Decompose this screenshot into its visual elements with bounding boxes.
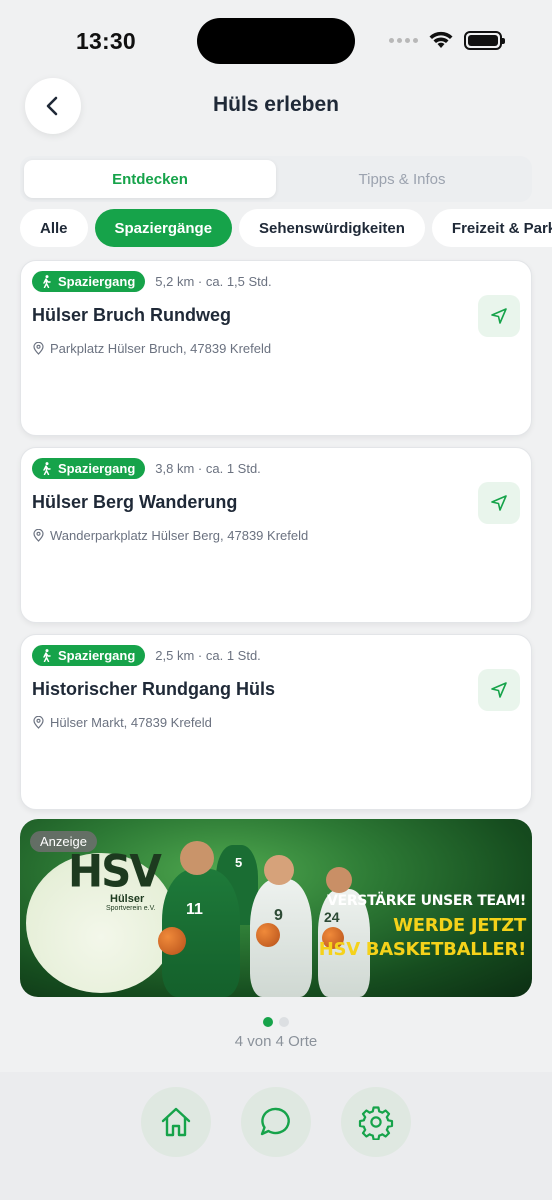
place-card[interactable]: Spaziergang 3,8 km · ca. 1 Std. Hülser B… [20, 447, 532, 623]
map-pin-icon [33, 529, 44, 542]
distance-duration: 2,5 km · ca. 1 Std. [155, 648, 261, 663]
page-dot-active[interactable] [263, 1017, 273, 1027]
nav-chat-button[interactable] [241, 1087, 311, 1157]
battery-icon [464, 30, 505, 50]
map-pin-icon [33, 716, 44, 729]
filter-chip-freizeit-parks[interactable]: Freizeit & Parks [431, 209, 552, 247]
card-meta: Spaziergang 2,5 km · ca. 1 Std. [32, 645, 261, 666]
place-title: Hülser Berg Wanderung [32, 492, 238, 512]
status-time: 13:30 [76, 28, 136, 54]
dynamic-island [197, 18, 355, 64]
nav-settings-button[interactable] [341, 1087, 411, 1157]
player-head [326, 867, 352, 893]
distance-duration: 5,2 km · ca. 1,5 Std. [155, 274, 272, 289]
tab-entdecken[interactable]: Entdecken [24, 160, 276, 198]
jersey-number: 9 [274, 907, 283, 924]
home-icon [161, 1107, 191, 1137]
app-header: Hüls erleben [0, 76, 552, 146]
results-count: 4 von 4 Orte [234, 1033, 318, 1050]
navigation-arrow-icon [491, 495, 507, 511]
distance-duration: 3,8 km · ca. 1 Std. [155, 461, 261, 476]
wifi-icon [429, 31, 453, 48]
category-badge: Spaziergang [32, 645, 146, 666]
card-meta: Spaziergang 5,2 km · ca. 1,5 Std. [32, 271, 272, 292]
basketball-icon [256, 923, 280, 947]
ad-label: Anzeige [30, 831, 97, 852]
jersey-number: 11 [186, 901, 203, 918]
walking-icon [43, 462, 51, 475]
status-bar: 13:30 [0, 0, 552, 80]
place-location: Hülser Markt, 47839 Krefeld [33, 715, 212, 730]
page-title: Hüls erleben [212, 93, 340, 116]
player-head [180, 841, 214, 875]
club-logo-text: HSV [68, 845, 162, 898]
filter-chip-spaziergaenge[interactable]: Spaziergänge [94, 209, 233, 247]
filter-chip-sehenswuerdigkeiten[interactable]: Sehenswürdigkeiten [239, 209, 425, 247]
place-card[interactable]: Spaziergang 2,5 km · ca. 1 Std. Historis… [20, 634, 532, 810]
basketball-icon [158, 927, 186, 955]
ad-cta-line1: WERDE JETZT [393, 915, 526, 936]
page-dot[interactable] [279, 1017, 289, 1027]
player-head [264, 855, 294, 885]
category-filter-bar[interactable]: Alle Spaziergänge Sehenswürdigkeiten Freize… [20, 209, 552, 247]
status-indicators [389, 30, 505, 50]
navigate-button[interactable] [478, 482, 520, 524]
club-logo-tagline: Sportverein e.V. [106, 905, 156, 912]
cellular-signal-icon [389, 37, 418, 43]
club-logo-subtitle: Hülser [110, 893, 145, 905]
place-location: Wanderparkplatz Hülser Berg, 47839 Krefe… [33, 528, 308, 543]
nav-home-button[interactable] [141, 1087, 211, 1157]
jersey-number: 24 [324, 909, 340, 925]
jersey-number: 5 [235, 855, 243, 870]
place-title: Historischer Rundgang Hüls [32, 679, 276, 699]
settings-icon [358, 1106, 394, 1140]
card-meta: Spaziergang 3,8 km · ca. 1 Std. [32, 458, 261, 479]
map-pin-icon [33, 342, 44, 355]
category-badge: Spaziergang [32, 271, 146, 292]
ad-cta-line2: HSV BASKETBALLER! [318, 939, 527, 960]
ad-banner[interactable]: HSV Hülser Sportverein e.V. 11 9 24 5 An… [20, 819, 532, 997]
navigate-button[interactable] [478, 669, 520, 711]
navigation-arrow-icon [491, 308, 507, 324]
filter-chip-alle[interactable]: Alle [20, 209, 88, 247]
place-card[interactable]: Spaziergang 5,2 km · ca. 1,5 Std. Hülser… [20, 260, 532, 436]
walking-icon [43, 649, 51, 662]
navigate-button[interactable] [478, 295, 520, 337]
place-location: Parkplatz Hülser Bruch, 47839 Krefeld [33, 341, 271, 356]
walking-icon [43, 275, 51, 288]
page-indicator [0, 1017, 552, 1027]
tab-tipps-infos[interactable]: Tipps & Infos [276, 160, 528, 198]
navigation-arrow-icon [491, 682, 507, 698]
segmented-tabs: Entdecken Tipps & Infos [20, 156, 532, 202]
bottom-navigation [0, 1072, 552, 1200]
category-badge: Spaziergang [32, 458, 146, 479]
ad-headline: VERSTÄRKE UNSER TEAM! [327, 893, 526, 909]
chat-icon [260, 1107, 290, 1136]
place-title: Hülser Bruch Rundweg [32, 305, 232, 325]
